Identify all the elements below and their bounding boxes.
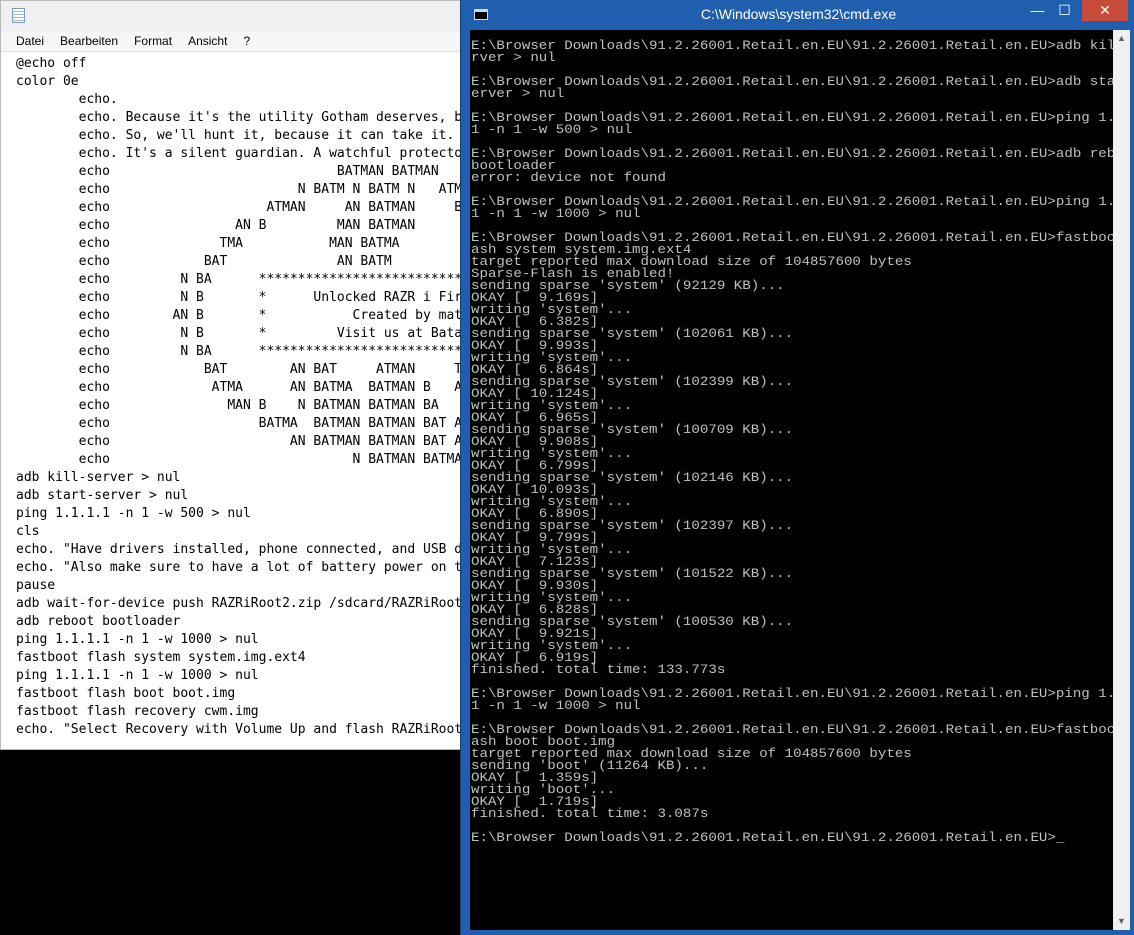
cmd-line: E:\Browser Downloads\91.2.26001.Retail.e… [471, 147, 1113, 161]
cmd-line: E:\Browser Downloads\91.2.26001.Retail.e… [471, 75, 1113, 89]
notepad-line: color 0e [16, 74, 79, 89]
notepad-line: echo BAT AN BAT ATMAN TAB [16, 362, 470, 377]
cmd-line: E:\Browser Downloads\91.2.26001.Retail.e… [471, 831, 1065, 845]
notepad-line: cls [16, 524, 40, 539]
notepad-line: @echo off [16, 56, 87, 71]
notepad-titlebar[interactable] [1, 1, 469, 31]
scroll-down-arrow-icon[interactable]: ▼ [1113, 913, 1130, 930]
cmd-line: finished. total time: 3.087s [471, 807, 709, 821]
cmd-window: C:\Windows\system32\cmd.exe — ☐ ✕ E:\Bro… [460, 0, 1134, 935]
notepad-line: echo AN B * Created by mattlgroff * [78, 308, 469, 323]
close-button[interactable]: ✕ [1082, 0, 1128, 21]
cmd-titlebar[interactable]: C:\Windows\system32\cmd.exe — ☐ ✕ [461, 0, 1134, 30]
notepad-window: Datei Bearbeiten Format Ansicht ? @echo … [0, 0, 470, 750]
notepad-line: echo. [16, 92, 118, 107]
cmd-line: 1 -n 1 -w 1000 > nul [471, 699, 641, 713]
notepad-line: echo. Because it's the utility Gotham de… [78, 110, 469, 125]
notepad-line: ping 1.1.1.1 -n 1 -w 1000 > nul [16, 632, 259, 647]
cmd-output: E:\Browser Downloads\91.2.26001.Retail.e… [471, 39, 1113, 845]
cmd-scrollbar[interactable]: ▲ ▼ [1113, 30, 1130, 930]
notepad-line: ping 1.1.1.1 -n 1 -w 500 > nul [16, 506, 251, 521]
cmd-line: rver > nul [471, 51, 556, 65]
notepad-line: echo BATMAN BATMAN [16, 164, 439, 179]
notepad-line: pause [16, 578, 56, 593]
notepad-text-area[interactable]: @echo off color 0e echo. echo. Because it… [16, 55, 470, 739]
notepad-line: echo TMA MAN BATMA ATM [16, 236, 470, 251]
notepad-menubar: Datei Bearbeiten Format Ansicht ? [1, 31, 469, 52]
notepad-line: echo N B * Unlocked RAZR i Firmware Root… [78, 290, 470, 305]
notepad-line: echo BATMA BATMAN BATMAN BAT AN [16, 416, 470, 431]
notepad-line: echo AN B MAN BATMAN B NA [16, 218, 470, 233]
menu-datei[interactable]: Datei [8, 34, 52, 48]
notepad-line: adb reboot bootloader [16, 614, 181, 629]
cmd-line: erver > nul [471, 87, 565, 101]
notepad-line: echo. "Also make sure to have a lot of b… [16, 560, 469, 575]
cmd-line: error: device not found [471, 171, 666, 185]
notepad-app-icon[interactable] [12, 8, 25, 23]
notepad-line: echo. "Have drivers installed, phone con… [16, 542, 469, 557]
cmd-window-title: C:\Windows\system32\cmd.exe [700, 6, 897, 22]
notepad-line: echo N B * Visit us at Batakang.com * [78, 326, 469, 341]
menu-bearbeiten[interactable]: Bearbeiten [52, 34, 126, 48]
menu-help[interactable]: ? [235, 34, 258, 48]
notepad-line: ping 1.1.1.1 -n 1 -w 1000 > nul [16, 668, 259, 683]
scroll-up-arrow-icon[interactable]: ▲ [1113, 30, 1130, 47]
notepad-line: echo MAN B N BATMAN BATMAN BA N [16, 398, 470, 413]
notepad-line: echo N BA ******************************… [78, 272, 469, 287]
cmd-line: E:\Browser Downloads\91.2.26001.Retail.e… [471, 39, 1113, 53]
notepad-line: adb kill-server > nul [16, 470, 181, 485]
notepad-line: fastboot flash system system.img.ext4 [16, 650, 306, 665]
cmd-line: 1 -n 1 -w 500 > nul [471, 123, 633, 137]
notepad-line: adb start-server > nul [16, 488, 189, 503]
cmd-line: 1 -n 1 -w 1000 > nul [471, 207, 641, 221]
notepad-line: echo N BA ******************************… [78, 344, 469, 359]
notepad-line: echo ATMAN AN BATMAN BATMA [16, 200, 470, 215]
notepad-line: echo. So, we'll hunt it, because it can … [78, 128, 469, 143]
notepad-line: echo N BATM N BATM N ATMAN N [16, 182, 470, 197]
notepad-line: fastboot flash recovery cwm.img [16, 704, 259, 719]
menu-ansicht[interactable]: Ansicht [180, 34, 235, 48]
maximize-button[interactable]: ☐ [1051, 0, 1078, 21]
cmd-line: finished. total time: 133.773s [471, 663, 726, 677]
notepad-line: echo BAT AN BATM TAB [78, 254, 392, 269]
minimize-button[interactable]: — [1024, 0, 1051, 21]
cmd-app-icon[interactable] [474, 9, 488, 20]
cmd-console[interactable]: E:\Browser Downloads\91.2.26001.Retail.e… [470, 30, 1113, 930]
menu-format[interactable]: Format [126, 34, 180, 48]
cmd-cursor: _ [1055, 831, 1065, 845]
notepad-line: echo N BATMAN BATMAN [16, 452, 470, 467]
notepad-line: echo AN BATMAN BATMAN BAT AN [16, 434, 470, 449]
notepad-line: echo ATMA AN BATMA BATMAN B AMTA [16, 380, 470, 395]
notepad-line: echo. It's a silent guardian. A watchful… [78, 146, 470, 161]
notepad-line: echo. "Select Recovery with Volume Up an… [16, 722, 470, 737]
notepad-line: adb wait-for-device push RAZRiRoot2.zip … [16, 596, 470, 611]
notepad-line: fastboot flash boot boot.img [16, 686, 236, 701]
